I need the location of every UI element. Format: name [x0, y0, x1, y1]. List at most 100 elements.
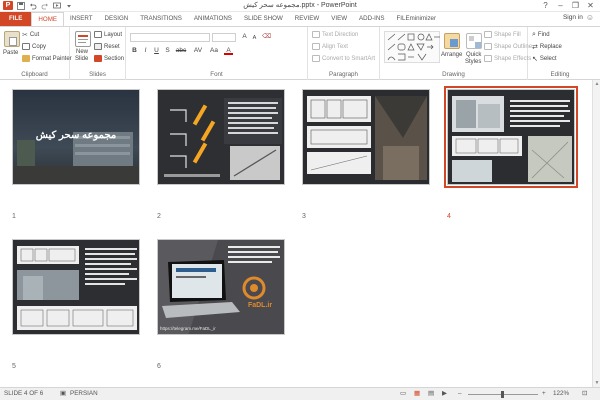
replace-button[interactable]: ⇄ Replace [532, 43, 562, 51]
slide-2-preview [158, 90, 284, 184]
help-button[interactable]: ? [538, 0, 553, 11]
zoom-level[interactable]: 122% [553, 390, 569, 397]
underline-button[interactable]: U [152, 47, 161, 55]
slide-thumbnail-5[interactable] [12, 239, 140, 335]
scroll-up-arrow-icon[interactable]: ▲ [593, 80, 600, 88]
font-group: A A ⌫ B I U S abc AV Aa A Font [126, 27, 308, 80]
tab-slide-show[interactable]: SLIDE SHOW [238, 12, 289, 26]
align-text-button[interactable]: Align Text [312, 43, 348, 50]
cut-label: Cut [29, 32, 40, 38]
minimize-button[interactable]: – [553, 0, 568, 11]
zoom-out-icon[interactable]: – [458, 390, 462, 397]
shape-effects-button[interactable]: Shape Effects [484, 55, 531, 62]
select-button[interactable]: ↖ Select [532, 55, 557, 63]
slide-1-title: مجموعه سحر کیش [35, 130, 117, 141]
tab-add-ins[interactable]: ADD-INS [353, 12, 390, 26]
language-icon[interactable]: ▣ [60, 390, 66, 397]
slide-thumbnail-3[interactable] [302, 89, 430, 185]
paste-button[interactable]: Paste [3, 50, 18, 56]
format-painter-button[interactable]: Format Painter [22, 55, 72, 62]
close-button[interactable]: ✕ [583, 0, 598, 11]
fit-to-window-icon[interactable]: ⊡ [582, 390, 587, 397]
grow-font-icon[interactable]: A [240, 33, 249, 41]
quick-styles-button[interactable]: Quick [466, 52, 481, 58]
find-button[interactable]: ⌕ Find [532, 31, 550, 39]
text-direction-button[interactable]: Text Direction [312, 31, 358, 38]
tab-animations[interactable]: ANIMATIONS [188, 12, 238, 26]
bold-button[interactable]: B [130, 47, 139, 55]
slide-thumbnail-1[interactable]: مجموعه سحر کیش [12, 89, 140, 185]
paragraph-group-label: Paragraph [329, 71, 358, 78]
text-shadow-button[interactable]: abc [174, 47, 188, 55]
tab-file[interactable]: FILE [0, 12, 32, 26]
paste-icon[interactable] [4, 31, 20, 47]
reading-view-icon[interactable]: ▤ [428, 390, 434, 397]
reset-icon [94, 43, 102, 50]
window-controls: ? – ❐ ✕ [538, 0, 598, 11]
tab-insert[interactable]: INSERT [64, 12, 99, 26]
quick-styles-button-line2[interactable]: Styles [465, 59, 481, 65]
section-icon [94, 55, 102, 62]
smartart-icon [312, 55, 320, 62]
new-slide-icon[interactable] [75, 31, 91, 47]
tab-fileminimizer[interactable]: FILEminimizer [391, 12, 443, 26]
tab-design[interactable]: DESIGN [99, 12, 135, 26]
smiley-feedback-icon[interactable]: ☺ [586, 13, 594, 22]
zoom-in-icon[interactable]: + [542, 390, 546, 397]
text-direction-icon [312, 31, 320, 38]
editing-group-label: Editing [550, 71, 570, 78]
restore-button[interactable]: ❐ [568, 0, 583, 11]
change-case-button[interactable]: Aa [208, 47, 220, 55]
sign-in[interactable]: Sign in ☺ [563, 13, 594, 22]
shape-outline-label: Shape Outline [494, 43, 533, 50]
slide-thumbnail-6[interactable]: FaDL.ir https://telegram.me/FaDL_ir [157, 239, 285, 335]
language-indicator[interactable]: PERSIAN [70, 390, 98, 397]
slide-show-view-icon[interactable]: ▶ [442, 390, 447, 397]
find-label: Find [537, 32, 550, 38]
tab-view[interactable]: VIEW [325, 12, 353, 26]
slide-number-4: 4 [447, 213, 451, 220]
copy-icon [22, 43, 30, 50]
clear-formatting-icon[interactable]: ⌫ [262, 33, 271, 41]
slide-thumbnail-2[interactable] [157, 89, 285, 185]
layout-button[interactable]: Layout [94, 31, 122, 38]
paintbrush-icon [22, 55, 30, 62]
font-size-combo[interactable] [212, 33, 236, 42]
replace-icon: ⇄ [532, 44, 538, 51]
normal-view-icon[interactable]: ▭ [400, 390, 406, 397]
font-name-combo[interactable] [130, 33, 210, 42]
clipboard-group-label: Clipboard [21, 71, 48, 78]
cut-button[interactable]: ✂ Cut [22, 31, 39, 39]
character-spacing-button[interactable]: AV [192, 47, 204, 55]
zoom-slider-handle[interactable] [501, 391, 504, 398]
scroll-down-arrow-icon[interactable]: ▼ [593, 379, 600, 387]
slide-sorter-view-icon[interactable]: ▦ [414, 390, 420, 397]
copy-label: Copy [32, 43, 47, 50]
new-slide-button[interactable]: New [76, 49, 88, 55]
font-color-button[interactable]: A [224, 47, 233, 55]
arrange-icon[interactable] [444, 33, 460, 49]
window-title: مجموعه سحر کیش.pptx - PowerPoint [243, 2, 357, 9]
quick-styles-icon[interactable] [466, 33, 482, 49]
slide-thumbnail-4[interactable] [444, 86, 578, 188]
slide-4-preview [448, 90, 574, 184]
arrange-button[interactable]: Arrange [441, 52, 462, 58]
vertical-scrollbar[interactable]: ▲ ▼ [592, 80, 600, 387]
tab-review[interactable]: REVIEW [289, 12, 325, 26]
reset-button[interactable]: Reset [94, 43, 120, 50]
convert-smartart-button[interactable]: Convert to SmartArt [312, 55, 375, 62]
shapes-gallery[interactable] [384, 31, 440, 63]
italic-button[interactable]: I [141, 47, 150, 55]
shape-outline-button[interactable]: Shape Outline [484, 43, 532, 50]
align-text-icon [312, 43, 320, 50]
copy-button[interactable]: Copy [22, 43, 46, 50]
section-button[interactable]: Section [94, 55, 124, 62]
shrink-font-icon[interactable]: A [250, 34, 259, 42]
strikethrough-button[interactable]: S [163, 47, 172, 55]
tab-transitions[interactable]: TRANSITIONS [134, 12, 188, 26]
convert-smartart-label: Convert to SmartArt [322, 55, 376, 62]
slide-6-link-text: https://telegram.me/FaDL_ir [160, 326, 216, 331]
tab-home[interactable]: HOME [31, 12, 64, 26]
new-slide-button-line2[interactable]: Slide [75, 56, 88, 62]
shape-fill-button[interactable]: Shape Fill [484, 31, 521, 38]
